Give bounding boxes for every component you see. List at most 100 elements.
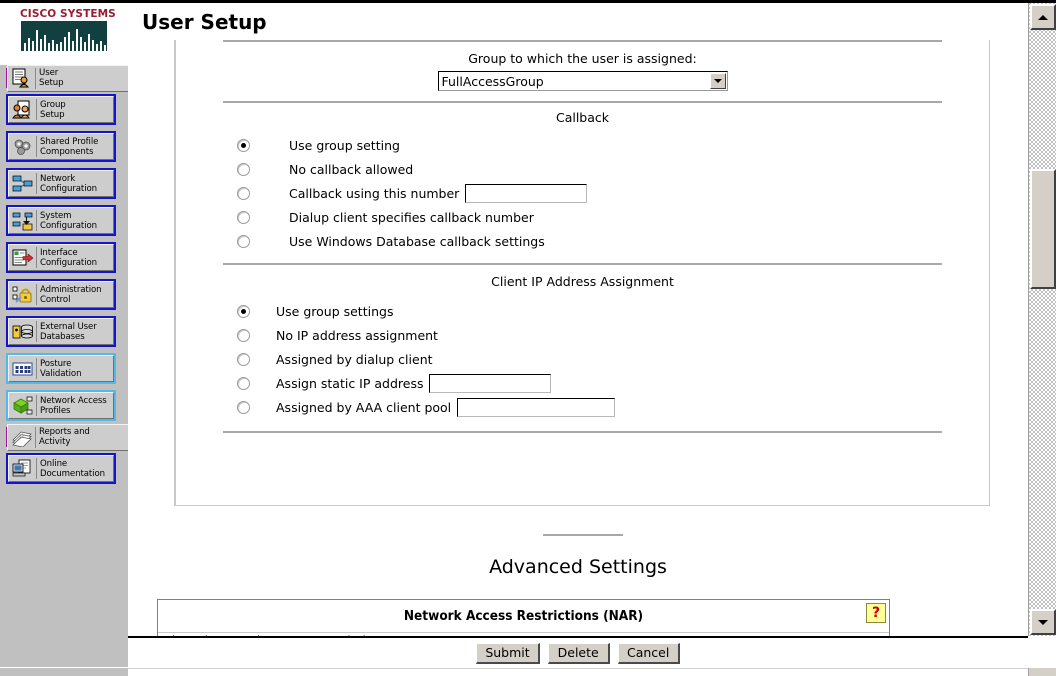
cisco-logo-text: CISCO SYSTEMS [20, 8, 116, 20]
network-access-profiles-icon [10, 393, 36, 418]
nav-divider [36, 210, 37, 231]
scrollbar-thumb[interactable] [1030, 169, 1056, 289]
client-ip-option-row[interactable]: Assigned by dialup client [223, 347, 942, 371]
sidebar-item-network-access-profiles[interactable]: Network Access Profiles [6, 390, 116, 421]
sidebar-item-posture-validation[interactable]: Posture Validation [6, 353, 116, 384]
callback-radio-use-group-setting[interactable] [237, 138, 250, 152]
callback-option-label: Dialup client specifies callback number [289, 209, 534, 225]
sidebar-item-label: System Configuration [40, 210, 97, 231]
callback-option-row[interactable]: Callback using this number [223, 181, 942, 205]
callback-radio-dialup-client-specifies[interactable] [237, 210, 250, 224]
aaa-client-pool-input[interactable] [457, 397, 616, 417]
bottom-status-strip [0, 668, 1056, 676]
group-select[interactable]: FullAccessGroup [437, 71, 728, 91]
sidebar-item-online-documentation[interactable]: Online Documentation [6, 453, 116, 484]
cancel-button[interactable]: Cancel [617, 642, 680, 664]
client-ip-radio-no-ip-assignment[interactable] [237, 328, 250, 342]
section-divider [223, 431, 942, 433]
callback-option-row[interactable]: No callback allowed [223, 157, 942, 181]
user-setup-icon [9, 66, 35, 91]
submit-button[interactable]: Submit [476, 642, 540, 664]
client-ip-radio-assign-static-ip[interactable] [237, 376, 250, 390]
action-bar: Submit Delete Cancel [128, 636, 1028, 669]
sidebar-item-label: Network Configuration [40, 173, 97, 194]
user-setup-form: Group to which the user is assigned: Ful… [174, 40, 990, 506]
main-content: User Setup Group to which the user is as… [128, 3, 1028, 636]
administration-control-icon [10, 282, 36, 307]
nar-panel: Network Access Restrictions (NAR) ? Shar… [157, 599, 890, 636]
client-ip-option-label: Assigned by AAA client pool [276, 399, 452, 415]
client-ip-option-label: Assign static IP address [276, 375, 424, 391]
reports-activity-icon [9, 425, 35, 450]
group-assignment-label: Group to which the user is assigned: [468, 51, 697, 66]
network-config-icon [10, 171, 36, 196]
posture-validation-icon [10, 356, 36, 381]
callback-option-row[interactable]: Use Windows Database callback settings [223, 229, 942, 253]
sidebar-item-interface-configuration[interactable]: Interface Configuration [6, 242, 116, 273]
sidebar-item-label: Administration Control [40, 284, 102, 305]
advanced-settings-title: Advanced Settings [489, 556, 667, 578]
callback-radio-windows-database[interactable] [237, 234, 250, 248]
nav-divider [36, 136, 37, 157]
sidebar-item-label: External User Databases [40, 321, 97, 342]
callback-number-input[interactable] [465, 183, 588, 203]
callback-section-title: Callback [555, 110, 610, 125]
client-ip-option-row[interactable]: Assign static IP address [223, 371, 942, 395]
interface-config-icon [10, 245, 36, 270]
system-config-icon [10, 208, 36, 233]
group-setup-icon [10, 97, 36, 122]
sidebar-item-shared-profile-components[interactable]: Shared Profile Components [6, 131, 116, 162]
nav-divider [36, 395, 37, 416]
static-ip-address-input[interactable] [429, 373, 552, 393]
sidebar-nav: User Setup Group Setup Shared Profile Co… [0, 64, 296, 484]
chevron-down-icon[interactable] [709, 73, 726, 89]
help-question-icon[interactable]: ? [866, 603, 886, 623]
nar-header: Network Access Restrictions (NAR) ? [158, 600, 889, 633]
scroll-down-arrow-icon[interactable] [1030, 609, 1056, 635]
shared-profile-icon [10, 134, 36, 159]
sidebar-item-label: User Setup [39, 68, 64, 88]
nav-divider [36, 247, 37, 268]
callback-option-row[interactable]: Dialup client specifies callback number [223, 205, 942, 229]
nav-divider [36, 173, 37, 194]
nar-title: Network Access Restrictions (NAR) [403, 608, 644, 624]
nav-divider [36, 358, 37, 379]
nav-divider [35, 67, 36, 89]
client-ip-option-label: Assigned by dialup client [276, 351, 433, 367]
sidebar-item-system-configuration[interactable]: System Configuration [6, 205, 116, 236]
vertical-scrollbar[interactable] [1028, 3, 1056, 636]
client-ip-option-row[interactable]: Assigned by AAA client pool [223, 395, 942, 419]
sidebar-item-label: Shared Profile Components [40, 136, 99, 157]
client-ip-option-row[interactable]: Use group settings [223, 299, 942, 323]
online-documentation-icon [10, 456, 36, 481]
cisco-bridge-icon [21, 21, 107, 51]
sidebar-item-external-user-databases[interactable]: External User Databases [6, 316, 116, 347]
sidebar-item-label: Group Setup [40, 99, 66, 120]
sidebar-item-group-setup[interactable]: Group Setup [6, 94, 116, 125]
callback-radio-no-callback-allowed[interactable] [237, 162, 250, 176]
client-ip-option-label: Use group settings [276, 303, 394, 319]
client-ip-radio-assigned-by-dialup-client[interactable] [237, 352, 250, 366]
scrollbar-corner [1028, 668, 1056, 676]
sidebar-item-network-configuration[interactable]: Network Configuration [6, 168, 116, 199]
client-ip-section-title: Client IP Address Assignment [491, 274, 674, 289]
client-ip-radio-assigned-by-aaa-pool[interactable] [237, 400, 250, 414]
sidebar-item-administration-control[interactable]: Administration Control [6, 279, 116, 310]
client-ip-option-row[interactable]: No IP address assignment [223, 323, 942, 347]
callback-option-label: No callback allowed [289, 161, 414, 177]
delete-button[interactable]: Delete [547, 642, 610, 664]
callback-option-label: Callback using this number [289, 185, 460, 201]
group-select-value: FullAccessGroup [441, 73, 544, 89]
nav-divider [36, 99, 37, 120]
client-ip-option-label: No IP address assignment [276, 327, 438, 343]
client-ip-radio-use-group-settings[interactable] [237, 304, 250, 318]
nav-divider [36, 458, 37, 479]
callback-radio-using-this-number[interactable] [237, 186, 250, 200]
nav-divider [35, 426, 36, 448]
callback-option-label: Use group setting [289, 137, 400, 153]
sidebar-item-label: Network Access Profiles [40, 395, 107, 416]
callback-option-row[interactable]: Use group setting [223, 133, 942, 157]
scroll-up-arrow-icon[interactable] [1029, 4, 1056, 30]
nav-divider [36, 284, 37, 305]
callback-option-label: Use Windows Database callback settings [289, 233, 545, 249]
